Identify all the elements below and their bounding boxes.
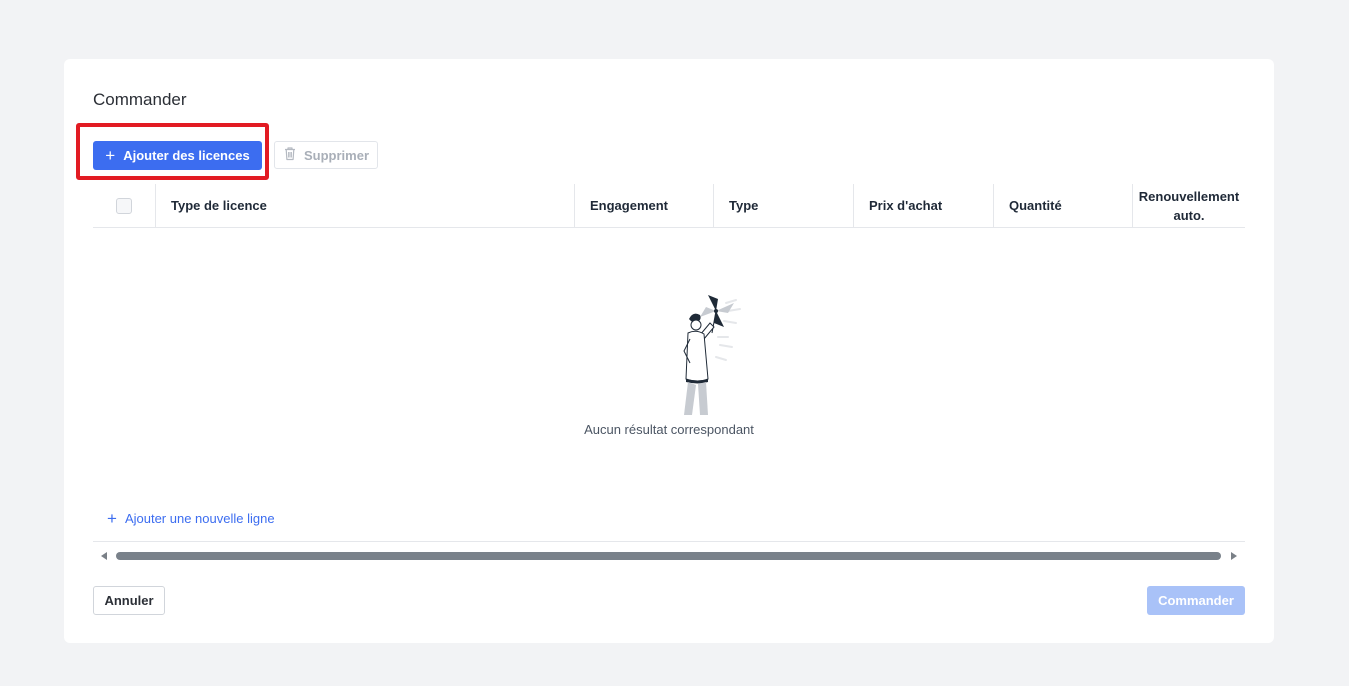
column-quantity[interactable]: Quantité (993, 184, 1133, 227)
empty-state-message: Aucun résultat correspondant (584, 422, 754, 437)
empty-state-illustration (683, 295, 741, 415)
scrollbar-thumb[interactable] (116, 552, 1221, 560)
column-purchase-price[interactable]: Prix d'achat (853, 184, 993, 227)
page-title: Commander (93, 90, 187, 109)
cancel-button[interactable]: Annuler (93, 586, 165, 615)
column-type[interactable]: Type (713, 184, 853, 227)
trash-icon (283, 146, 297, 164)
horizontal-scrollbar[interactable] (93, 549, 1245, 563)
add-licenses-button[interactable]: + Ajouter des licences (93, 141, 262, 170)
column-auto-renewal[interactable]: Renouvellement auto. (1132, 184, 1245, 227)
order-card: Commander + Ajouter des licences Supprim… (64, 59, 1274, 643)
scroll-right-arrow-icon[interactable] (1231, 552, 1237, 560)
table-header: Type de licence Engagement Type Prix d'a… (93, 184, 1245, 228)
add-new-row-label: Ajouter une nouvelle ligne (124, 511, 275, 526)
plus-icon: + (107, 509, 117, 528)
add-licenses-label: Ajouter des licences (123, 148, 250, 163)
select-all-cell (93, 184, 155, 227)
plus-icon: + (105, 146, 116, 165)
column-engagement[interactable]: Engagement (574, 184, 714, 227)
delete-label: Supprimer (303, 147, 369, 163)
delete-button[interactable]: Supprimer (274, 141, 378, 169)
add-new-row-link[interactable]: + Ajouter une nouvelle ligne (107, 510, 275, 527)
column-auto-renewal-line2: auto. (1173, 207, 1205, 223)
column-license-type[interactable]: Type de licence (155, 184, 575, 227)
column-auto-renewal-line1: Renouvellement (1138, 188, 1240, 204)
select-all-checkbox[interactable] (116, 197, 132, 214)
divider (93, 541, 1245, 542)
order-button[interactable]: Commander (1147, 586, 1245, 615)
scroll-left-arrow-icon[interactable] (101, 552, 107, 560)
